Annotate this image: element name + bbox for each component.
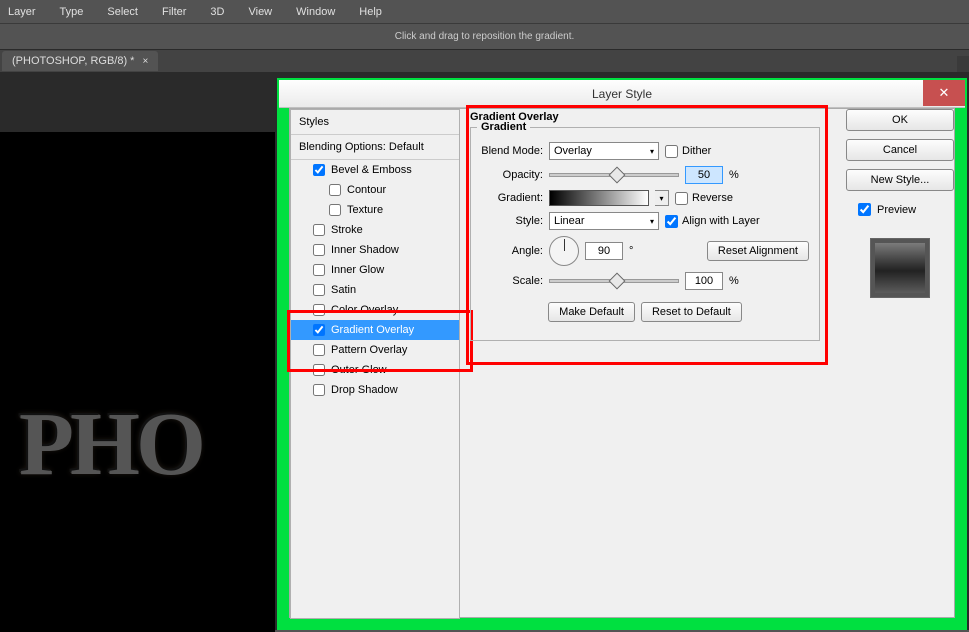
style-item-label: Contour [347, 184, 386, 196]
menu-help[interactable]: Help [359, 6, 382, 18]
style-item-label: Color Overlay [331, 304, 398, 316]
opacity-label: Opacity: [481, 169, 543, 181]
opacity-input[interactable] [685, 166, 723, 184]
menu-view[interactable]: View [248, 6, 272, 18]
style-label: Style: [481, 215, 543, 227]
style-checkbox[interactable] [313, 364, 325, 376]
style-checkbox[interactable] [313, 384, 325, 396]
style-checkbox[interactable] [313, 344, 325, 356]
document-tab[interactable]: (PHOTOSHOP, RGB/8) * × [2, 51, 158, 71]
chevron-down-icon: ▾ [650, 217, 654, 226]
cancel-button[interactable]: Cancel [846, 139, 954, 161]
scale-input[interactable] [685, 272, 723, 290]
reverse-checkbox[interactable] [675, 192, 688, 205]
menu-layer[interactable]: Layer [8, 6, 36, 18]
style-checkbox[interactable] [313, 224, 325, 236]
styles-list: Styles Blending Options: Default Bevel &… [290, 109, 460, 619]
angle-input[interactable] [585, 242, 623, 260]
close-icon[interactable]: × [142, 56, 148, 67]
group-legend: Gradient [477, 121, 530, 133]
style-item-label: Bevel & Emboss [331, 164, 412, 176]
style-item-label: Drop Shadow [331, 384, 398, 396]
menu-window[interactable]: Window [296, 6, 335, 18]
menu-3d[interactable]: 3D [210, 6, 224, 18]
opacity-slider[interactable] [549, 173, 679, 177]
gradient-group: Gradient Blend Mode: Overlay▾ Dither Opa… [470, 127, 820, 341]
tab-label: (PHOTOSHOP, RGB/8) * [12, 55, 134, 67]
reset-default-button[interactable]: Reset to Default [641, 302, 742, 322]
ok-button[interactable]: OK [846, 109, 954, 131]
action-buttons: OK Cancel New Style... Preview [846, 109, 954, 298]
blend-mode-label: Blend Mode: [481, 145, 543, 157]
styles-header[interactable]: Styles [291, 110, 459, 135]
dialog-body: Styles Blending Options: Default Bevel &… [289, 108, 955, 618]
style-checkbox[interactable] [313, 284, 325, 296]
style-item-inner-shadow[interactable]: Inner Shadow [291, 240, 459, 260]
style-item-label: Inner Glow [331, 264, 384, 276]
preview-checkbox[interactable] [858, 203, 871, 216]
style-select[interactable]: Linear▾ [549, 212, 659, 230]
new-style-button[interactable]: New Style... [846, 169, 954, 191]
canvas[interactable]: PHO [0, 132, 275, 632]
style-item-label: Stroke [331, 224, 363, 236]
document-tabs: (PHOTOSHOP, RGB/8) * × [0, 50, 969, 72]
dialog-title: Layer Style [592, 87, 652, 101]
options-panel: Gradient Overlay Gradient Blend Mode: Ov… [470, 109, 820, 341]
dialog: Layer Style ✕ Styles Blending Options: D… [277, 78, 967, 630]
angle-label: Angle: [481, 245, 543, 257]
style-checkbox[interactable] [313, 324, 325, 336]
style-checkbox[interactable] [313, 164, 325, 176]
style-item-label: Outer Glow [331, 364, 387, 376]
style-item-label: Texture [347, 204, 383, 216]
style-item-drop-shadow[interactable]: Drop Shadow [291, 380, 459, 400]
style-item-inner-glow[interactable]: Inner Glow [291, 260, 459, 280]
preview-swatch [870, 238, 930, 298]
gradient-swatch[interactable] [549, 190, 649, 206]
menu-bar: Layer Type Select Filter 3D View Window … [0, 0, 969, 24]
make-default-button[interactable]: Make Default [548, 302, 635, 322]
angle-wheel[interactable] [549, 236, 579, 266]
menu-type[interactable]: Type [60, 6, 84, 18]
reset-alignment-button[interactable]: Reset Alignment [707, 241, 809, 261]
menu-select[interactable]: Select [107, 6, 138, 18]
scale-slider[interactable] [549, 279, 679, 283]
chevron-down-icon: ▾ [650, 147, 654, 156]
style-item-label: Gradient Overlay [331, 324, 414, 336]
style-checkbox[interactable] [329, 204, 341, 216]
scale-label: Scale: [481, 275, 543, 287]
style-item-texture[interactable]: Texture [291, 200, 459, 220]
style-item-satin[interactable]: Satin [291, 280, 459, 300]
style-checkbox[interactable] [329, 184, 341, 196]
style-item-label: Pattern Overlay [331, 344, 407, 356]
dither-checkbox[interactable] [665, 145, 678, 158]
style-checkbox[interactable] [313, 304, 325, 316]
gradient-label: Gradient: [481, 192, 543, 204]
style-item-label: Inner Shadow [331, 244, 399, 256]
dialog-close-button[interactable]: ✕ [923, 80, 965, 106]
blending-options[interactable]: Blending Options: Default [291, 135, 459, 160]
align-checkbox[interactable] [665, 215, 678, 228]
style-item-gradient-overlay[interactable]: Gradient Overlay [291, 320, 459, 340]
tool-hint: Click and drag to reposition the gradien… [0, 24, 969, 50]
blend-mode-select[interactable]: Overlay▾ [549, 142, 659, 160]
style-item-contour[interactable]: Contour [291, 180, 459, 200]
canvas-text: PHO [18, 392, 201, 495]
style-item-bevel-emboss[interactable]: Bevel & Emboss [291, 160, 459, 180]
style-item-pattern-overlay[interactable]: Pattern Overlay [291, 340, 459, 360]
style-item-color-overlay[interactable]: Color Overlay [291, 300, 459, 320]
style-item-label: Satin [331, 284, 356, 296]
style-checkbox[interactable] [313, 264, 325, 276]
style-checkbox[interactable] [313, 244, 325, 256]
menu-filter[interactable]: Filter [162, 6, 186, 18]
gradient-dropdown[interactable]: ▾ [655, 190, 669, 206]
style-item-outer-glow[interactable]: Outer Glow [291, 360, 459, 380]
style-item-stroke[interactable]: Stroke [291, 220, 459, 240]
dialog-titlebar[interactable]: Layer Style ✕ [279, 80, 965, 108]
